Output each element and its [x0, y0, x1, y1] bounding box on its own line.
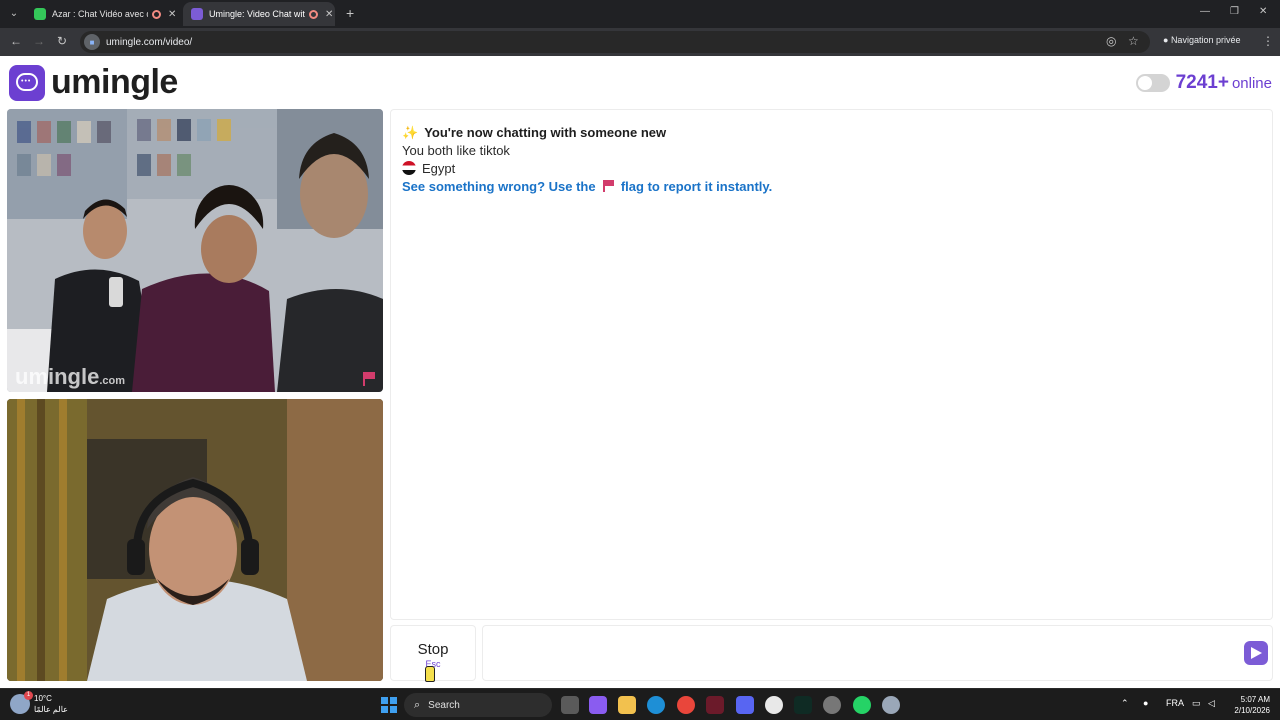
mouse-pointer-hand-icon: [425, 666, 435, 682]
logo-text: umingle: [51, 63, 178, 101]
online-count: 7241+: [1175, 72, 1229, 93]
weather-cloud-icon: 1: [10, 691, 33, 714]
search-icon: ⌕: [414, 698, 421, 711]
new-tab-plus-icon[interactable]: +: [346, 5, 354, 21]
site-info-camera-icon[interactable]: ■: [84, 34, 100, 50]
close-window-icon[interactable]: ✕: [1259, 6, 1267, 17]
microphone-icon[interactable]: ●: [1143, 698, 1148, 708]
recording-indicator-icon: [152, 9, 161, 19]
report-hint-after: flag to report it instantly.: [620, 179, 773, 194]
address-bar[interactable]: ■ umingle.com/video/: [80, 31, 1150, 53]
stranger-video-frame: [7, 109, 383, 392]
weather-widget[interactable]: 1 10°C عالم عالمًا: [10, 691, 68, 715]
stop-label: Stop: [417, 641, 449, 658]
input-language[interactable]: FRA: [1166, 698, 1184, 708]
copilot-icon[interactable]: [589, 696, 607, 714]
send-arrow-icon: [1250, 647, 1262, 659]
volume-icon[interactable]: ◁: [1208, 698, 1215, 709]
chat-bubble-logo-icon: •••: [9, 64, 45, 101]
temperature: 10°C: [34, 694, 52, 703]
umingle-logo[interactable]: ••• umingle: [9, 63, 178, 102]
incognito-icon: ●: [1163, 35, 1171, 45]
tab-title: Azar : Chat Vidéo avec de n: [52, 9, 148, 19]
send-button[interactable]: [1244, 641, 1268, 665]
reload-icon[interactable]: ↻: [57, 34, 67, 48]
self-video: [7, 399, 383, 681]
minimize-window-icon[interactable]: —: [1200, 6, 1210, 17]
report-flag-icon[interactable]: [363, 372, 377, 386]
edge-icon[interactable]: [647, 696, 665, 714]
browser-tab-umingle[interactable]: Umingle: Video Chat with S ✕: [183, 2, 335, 26]
weather-badge: 1: [24, 691, 33, 700]
tab-search-chevron-icon[interactable]: ⌄: [6, 6, 22, 22]
common-interest-message: You both like tiktok: [402, 143, 510, 158]
network-icon[interactable]: ▭: [1192, 698, 1201, 709]
weather-caption: عالم عالمًا: [34, 705, 68, 714]
online-status: 7241+ online: [1135, 72, 1272, 94]
chat-log: ✨ You're now chatting with someone new Yo…: [390, 109, 1273, 620]
file-explorer-icon[interactable]: [618, 696, 636, 714]
browser-toolbar: ← → ↻ ■ umingle.com/video/ ◎ ☆ ● Navigat…: [0, 28, 1280, 56]
online-label: online: [1231, 74, 1272, 92]
country-text: Egypt: [422, 161, 456, 176]
tracking-protection-eye-icon[interactable]: ◎: [1106, 34, 1116, 48]
restore-window-icon[interactable]: ❐: [1230, 6, 1239, 17]
close-tab-icon[interactable]: ✕: [325, 9, 333, 20]
taskbar-search[interactable]: ⌕ Search: [404, 693, 552, 717]
windows-start-icon[interactable]: [381, 697, 397, 713]
app-icon[interactable]: [823, 696, 841, 714]
umingle-favicon-icon: [191, 8, 203, 20]
forward-arrow-icon[interactable]: →: [33, 34, 45, 48]
report-flag-icon: [603, 180, 615, 192]
app-icon[interactable]: [706, 696, 724, 714]
azar-favicon-icon: [34, 8, 46, 20]
whatsapp-icon[interactable]: [853, 696, 871, 714]
umingle-watermark: umingle.com: [15, 364, 126, 389]
private-browsing-indicator[interactable]: ● Navigation privée: [1163, 35, 1240, 45]
system-clock[interactable]: 5:07 AM 2/10/2026: [1226, 694, 1270, 716]
app-circle-icon[interactable]: [765, 696, 783, 714]
windows-taskbar: 1 10°C عالم عالمًا ⌕ Search ⌃ ● FRA ▭ ◁ …: [0, 688, 1280, 720]
mode-toggle[interactable]: [1135, 74, 1170, 92]
terminal-icon[interactable]: [794, 696, 812, 714]
back-arrow-icon[interactable]: ←: [10, 34, 22, 48]
report-hint-before: See something wrong? Use the: [402, 179, 596, 194]
country-message: Egypt: [402, 161, 455, 176]
egypt-flag-icon: [402, 161, 416, 175]
bookmark-star-icon[interactable]: ☆: [1128, 34, 1139, 48]
task-view-icon[interactable]: [561, 696, 579, 714]
intro-text: You're now chatting with someone new: [424, 125, 667, 140]
show-hidden-icons-chevron-icon[interactable]: ⌃: [1121, 698, 1129, 709]
intro-message: ✨ You're now chatting with someone new: [402, 125, 666, 141]
clock-date: 2/10/2026: [1234, 706, 1270, 715]
settings-gear-icon[interactable]: [882, 696, 900, 714]
message-input[interactable]: [482, 625, 1273, 681]
clock-time: 5:07 AM: [1240, 695, 1270, 704]
browser-tab-bar: ⌄ Azar : Chat Vidéo avec de n ✕ Umingle:…: [0, 0, 1280, 28]
private-label: Navigation privée: [1170, 35, 1241, 45]
self-video-frame: [7, 399, 383, 681]
recording-indicator-icon: [309, 9, 318, 19]
chrome-icon[interactable]: [677, 696, 695, 714]
browser-menu-icon[interactable]: ⋮: [1262, 34, 1274, 48]
stranger-video: umingle.com: [7, 109, 383, 392]
report-hint-message: See something wrong? Use the flag to rep…: [402, 179, 772, 194]
sparkles-icon: ✨: [402, 125, 419, 140]
tab-title: Umingle: Video Chat with S: [209, 9, 305, 19]
browser-tab-azar[interactable]: Azar : Chat Vidéo avec de n ✕: [26, 2, 178, 26]
discord-icon[interactable]: [736, 696, 754, 714]
url-text: umingle.com/video/: [106, 36, 193, 48]
close-tab-icon[interactable]: ✕: [168, 9, 176, 20]
search-label: Search: [428, 699, 460, 711]
